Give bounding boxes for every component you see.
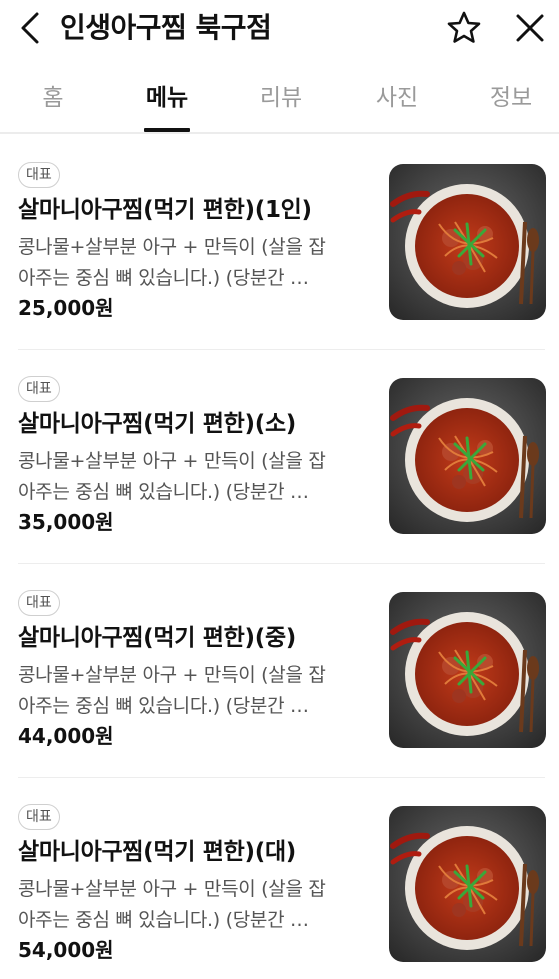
menu-item[interactable]: 대표 살마니아구찜(먹기 편한)(중) 콩나물+살부분 아구 + 만득이 (살을…: [0, 564, 559, 778]
signature-badge: 대표: [18, 162, 60, 188]
menu-item-photo: [389, 806, 546, 962]
description-line: 아주는 중심 뼈 있습니다.) (당분간 …: [18, 267, 309, 289]
menu-item[interactable]: 대표 살마니아구찜(먹기 편한)(소) 콩나물+살부분 아구 + 만득이 (살을…: [0, 350, 559, 564]
menu-item-name: 살마니아구찜(먹기 편한)(대): [18, 839, 297, 865]
menu-item-price: 25,000원: [18, 296, 114, 320]
description-line: 아주는 중심 뼈 있습니다.) (당분간 …: [18, 481, 309, 503]
tab-bar: 홈 메뉴 리뷰 사진 정보: [0, 66, 559, 134]
menu-item-name: 살마니아구찜(먹기 편한)(중): [18, 625, 297, 651]
star-outline-icon: [447, 11, 481, 43]
active-tab-indicator: [144, 128, 190, 132]
description-line: 아주는 중심 뼈 있습니다.) (당분간 …: [18, 695, 309, 717]
signature-badge: 대표: [18, 590, 60, 616]
menu-item-photo: [389, 164, 546, 320]
menu-item-price: 44,000원: [18, 724, 114, 748]
menu-item-photo: [389, 378, 546, 534]
tab-photo[interactable]: 사진: [366, 80, 428, 116]
back-button[interactable]: [12, 8, 48, 48]
menu-item-photo: [389, 592, 546, 748]
tab-info[interactable]: 정보: [480, 80, 542, 116]
menu-item[interactable]: 대표 살마니아구찜(먹기 편한)(1인) 콩나물+살부분 아구 + 만득이 (살…: [0, 136, 559, 350]
close-icon: [516, 14, 544, 42]
menu-item-price: 54,000원: [18, 938, 114, 962]
page-title: 인생아구찜 북구점: [60, 11, 272, 44]
chevron-left-icon: [21, 12, 39, 44]
menu-list: 대표 살마니아구찜(먹기 편한)(1인) 콩나물+살부분 아구 + 만득이 (살…: [0, 136, 559, 979]
close-button[interactable]: [510, 8, 550, 48]
signature-badge: 대표: [18, 376, 60, 402]
menu-item-description: 콩나물+살부분 아구 + 만득이 (살을 잡 아주는 중심 뼈 있습니다.) (…: [18, 446, 366, 508]
description-line: 콩나물+살부분 아구 + 만득이 (살을 잡: [18, 450, 326, 472]
favorite-button[interactable]: [444, 8, 484, 48]
tab-review[interactable]: 리뷰: [250, 80, 312, 116]
top-app-bar: 인생아구찜 북구점: [0, 0, 559, 56]
menu-item-name: 살마니아구찜(먹기 편한)(1인): [18, 197, 312, 223]
description-line: 콩나물+살부분 아구 + 만득이 (살을 잡: [18, 878, 326, 900]
description-line: 콩나물+살부분 아구 + 만득이 (살을 잡: [18, 236, 326, 258]
menu-item-name: 살마니아구찜(먹기 편한)(소): [18, 411, 297, 437]
menu-item-price: 35,000원: [18, 510, 114, 534]
menu-item-description: 콩나물+살부분 아구 + 만득이 (살을 잡 아주는 중심 뼈 있습니다.) (…: [18, 874, 366, 936]
signature-badge: 대표: [18, 804, 60, 830]
tab-home[interactable]: 홈: [22, 80, 84, 116]
description-line: 콩나물+살부분 아구 + 만득이 (살을 잡: [18, 664, 326, 686]
menu-item-description: 콩나물+살부분 아구 + 만득이 (살을 잡 아주는 중심 뼈 있습니다.) (…: [18, 660, 366, 722]
description-line: 아주는 중심 뼈 있습니다.) (당분간 …: [18, 909, 309, 931]
menu-item-description: 콩나물+살부분 아구 + 만득이 (살을 잡 아주는 중심 뼈 있습니다.) (…: [18, 232, 366, 294]
tab-menu[interactable]: 메뉴: [136, 80, 198, 116]
menu-item[interactable]: 대표 살마니아구찜(먹기 편한)(대) 콩나물+살부분 아구 + 만득이 (살을…: [0, 778, 559, 979]
